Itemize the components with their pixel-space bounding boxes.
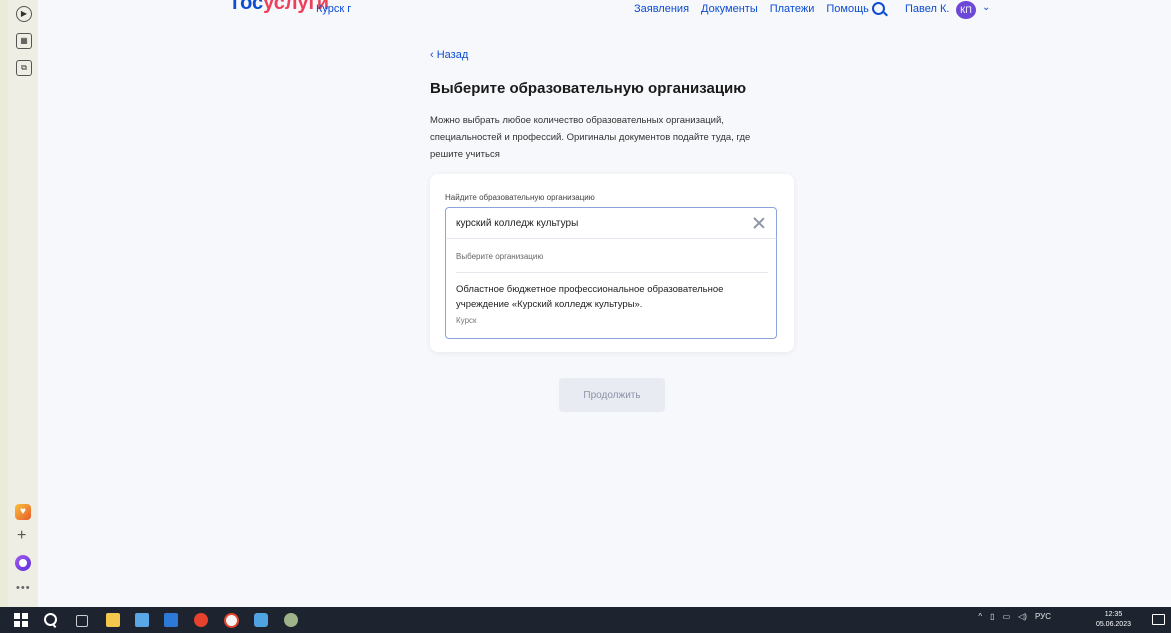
option-name: Областное бюджетное профессиональное обр… (456, 284, 724, 310)
task-view-icon[interactable] (76, 615, 88, 627)
paint-icon[interactable] (284, 613, 298, 627)
avatar[interactable]: КП (956, 1, 976, 19)
dropdown-hint: Выберите организацию (456, 252, 544, 261)
notification-icon[interactable] (1152, 614, 1165, 625)
nav-item-help[interactable]: Помощь (826, 3, 869, 15)
region-selector[interactable]: Курск г (316, 3, 351, 15)
page-description: Можно выбрать любое количество образоват… (430, 115, 751, 160)
chevron-up-icon[interactable]: ^ (978, 612, 982, 621)
suggestion-option[interactable]: Областное бюджетное профессиональное обр… (456, 282, 768, 334)
site-header: госуслуги Курск г Заявления Документы Пл… (38, 0, 1171, 26)
user-name[interactable]: Павел К. (905, 3, 949, 15)
search-icon[interactable] (44, 613, 57, 626)
page-title: Выберите образовательную организацию (430, 80, 747, 97)
web-page: госуслуги Курск г Заявления Документы Пл… (38, 0, 1171, 607)
alice-assistant-icon[interactable] (15, 555, 31, 571)
search-input[interactable]: курский колледж культуры (445, 207, 777, 239)
heart-app-icon[interactable]: ♥ (15, 504, 31, 520)
play-icon[interactable]: ▶ (16, 6, 32, 22)
file-explorer-icon[interactable] (106, 613, 120, 627)
tabs-icon[interactable]: ⧉ (16, 60, 32, 76)
gosuslugi-logo[interactable]: госуслуги (232, 0, 329, 15)
mail-icon[interactable] (164, 613, 178, 627)
divider (456, 272, 768, 273)
nav-item-payments[interactable]: Платежи (770, 3, 815, 15)
yandex-browser-icon[interactable] (224, 613, 239, 628)
clock-date: 05.06.2023 (1095, 621, 1131, 628)
store-icon[interactable] (135, 613, 149, 627)
more-icon[interactable]: ••• (16, 582, 31, 594)
yandex-icon[interactable] (194, 613, 208, 627)
chevron-down-icon[interactable]: ⌄ (982, 2, 990, 13)
windows-taskbar: ^ ▯ ▭ ◁) РУС 12:35 05.06.2023 (0, 607, 1171, 633)
search-card: Найдите образовательную организацию курс… (430, 174, 794, 352)
browser-sidebar: ▶ ▦ ⧉ ♥ + ••• (8, 0, 39, 607)
battery-icon[interactable]: ▯ (990, 612, 994, 621)
search-icon[interactable] (872, 2, 885, 15)
close-icon[interactable] (752, 216, 766, 230)
back-link[interactable]: ‹ Назад (430, 49, 468, 61)
nav-item-documents[interactable]: Документы (701, 3, 758, 15)
system-tray: ^ ▯ ▭ ◁) РУС (978, 612, 1051, 621)
continue-button[interactable]: Продолжить (559, 378, 665, 412)
search-field-label: Найдите образовательную организацию (445, 193, 595, 202)
clock[interactable]: 12:35 05.06.2023 (1096, 610, 1131, 630)
search-input-value: курский колледж культуры (456, 218, 579, 229)
media-icon[interactable]: ▦ (16, 33, 32, 49)
volume-icon[interactable]: ◁) (1018, 612, 1027, 621)
add-icon[interactable]: + (17, 527, 26, 545)
main-nav: Заявления Документы Платежи Помощь (634, 3, 869, 15)
suggestions-dropdown: Выберите организацию Областное бюджетное… (445, 238, 777, 339)
app-icon[interactable] (254, 613, 268, 627)
language-indicator[interactable]: РУС (1035, 612, 1051, 621)
option-city: Курск (456, 316, 477, 325)
clock-time: 12:35 (1104, 611, 1123, 618)
windows-start-icon[interactable] (14, 613, 28, 627)
nav-item-applications[interactable]: Заявления (634, 3, 689, 15)
network-icon[interactable]: ▭ (1003, 612, 1011, 621)
